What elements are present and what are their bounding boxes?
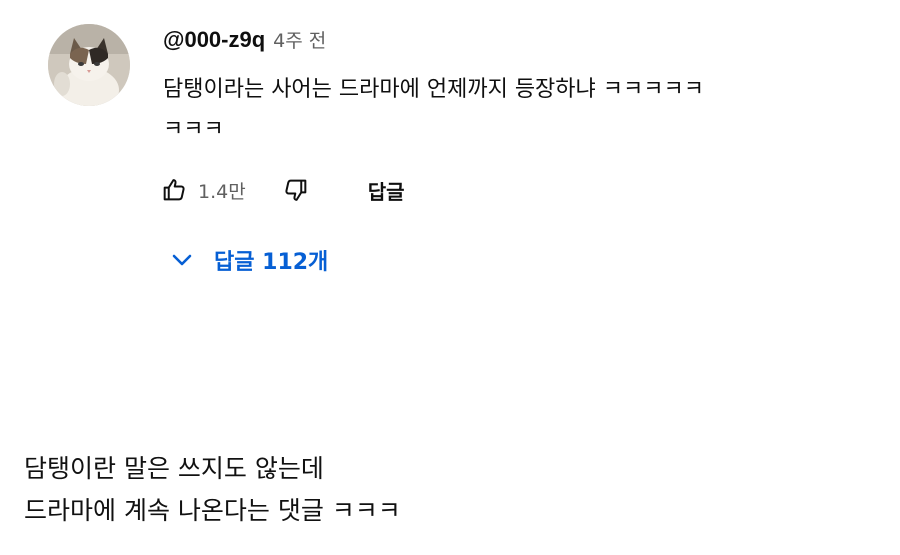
- like-count: 1.4만: [198, 180, 246, 203]
- comment-actions: 1.4만 답글: [160, 170, 405, 210]
- caption-line-1: 담탱이란 말은 쓰지도 않는데: [24, 454, 324, 483]
- comment-thread: @000-z9q 4주 전 담탱이라는 사어는 드라마에 언제까지 등장하냐 ㅋ…: [0, 0, 900, 300]
- cat-avatar-icon: [48, 24, 130, 106]
- like-button[interactable]: 1.4만: [160, 176, 246, 204]
- dislike-button[interactable]: [282, 176, 310, 204]
- comment-header: @000-z9q 4주 전: [163, 26, 326, 60]
- thumbs-down-icon: [285, 179, 307, 201]
- caption-text: 담탱이란 말은 쓰지도 않는데 드라마에 계속 나온다는 댓글 ㅋㅋㅋ: [24, 448, 401, 532]
- reply-button[interactable]: 답글: [368, 176, 405, 205]
- view-replies-toggle[interactable]: 답글 112개: [170, 240, 328, 280]
- replies-count-label: 답글 112개: [214, 250, 329, 275]
- author-name[interactable]: @000-z9q: [163, 27, 265, 53]
- author-avatar[interactable]: [48, 24, 130, 106]
- comment-text: 담탱이라는 사어는 드라마에 언제까지 등장하냐 ㅋㅋㅋㅋㅋ ㅋㅋㅋ: [163, 77, 704, 142]
- caption-line-2: 드라마에 계속 나온다는 댓글 ㅋㅋㅋ: [24, 496, 401, 525]
- thumbs-up-icon: [163, 179, 185, 201]
- chevron-down-icon: [172, 254, 192, 266]
- comment-timestamp[interactable]: 4주 전: [273, 26, 326, 53]
